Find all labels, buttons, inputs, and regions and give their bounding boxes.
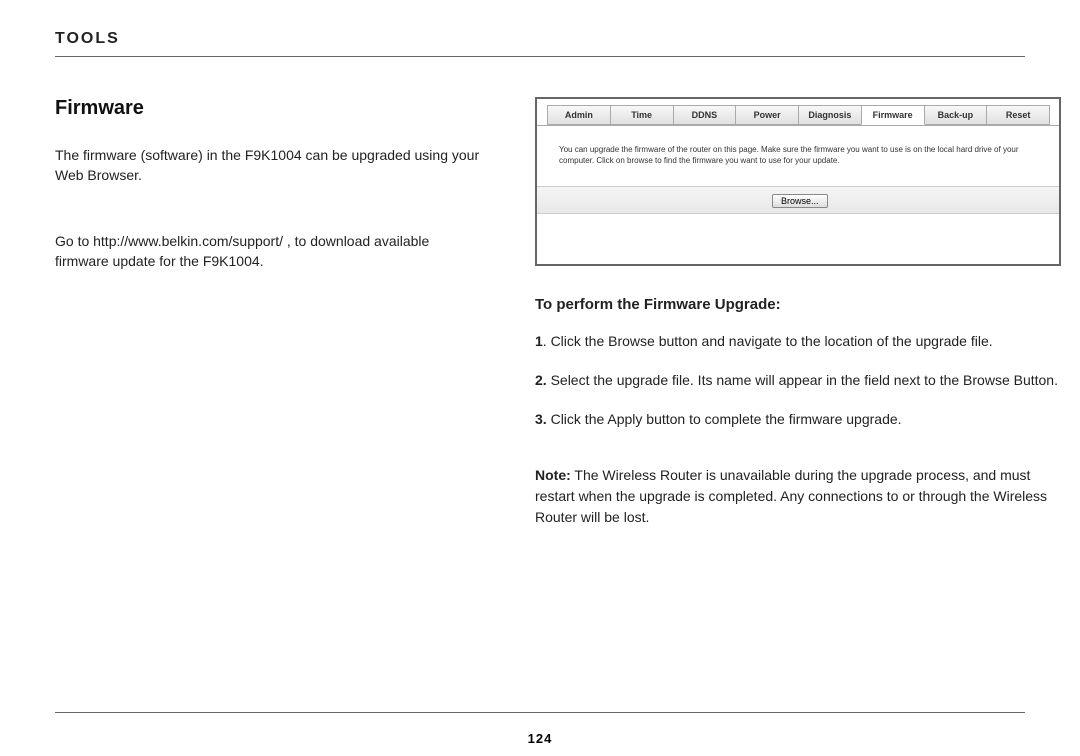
note-label: Note: [535,467,571,483]
tab-power[interactable]: Power [735,105,799,125]
steps-heading: To perform the Firmware Upgrade: [535,296,1061,313]
browse-row: Browse... [537,186,1059,214]
page-title: Firmware [55,97,485,120]
step-2-text: Select the upgrade file. Its name will a… [547,372,1058,388]
right-column: Admin Time DDNS Power Diagnosis Firmware… [535,97,1061,528]
left-column: Firmware The firmware (software) in the … [55,97,485,528]
tab-backup[interactable]: Back-up [924,105,988,125]
intro-paragraph-2: Go to http://www.belkin.com/support/ , t… [55,231,485,272]
step-2-number: 2. [535,372,547,388]
tab-admin[interactable]: Admin [547,105,611,125]
step-2: 2. Select the upgrade file. Its name wil… [535,370,1061,391]
section-header: TOOLS [55,30,1025,48]
tab-ddns[interactable]: DDNS [673,105,737,125]
tab-time[interactable]: Time [610,105,674,125]
step-3-text: Click the Apply button to complete the f… [547,411,902,427]
note-paragraph: Note: The Wireless Router is unavailable… [535,465,1061,528]
router-ui-screenshot: Admin Time DDNS Power Diagnosis Firmware… [535,97,1061,266]
step-1-number: 1 [535,333,543,349]
tab-bar: Admin Time DDNS Power Diagnosis Firmware… [537,99,1059,126]
note-text: The Wireless Router is unavailable durin… [535,467,1047,525]
tab-firmware[interactable]: Firmware [861,105,925,125]
screenshot-body-text: You can upgrade the firmware of the rout… [559,144,1037,166]
step-1-text: . Click the Browse button and navigate t… [543,333,993,349]
intro-paragraph-1: The firmware (software) in the F9K1004 c… [55,145,485,186]
step-3: 3. Click the Apply button to complete th… [535,409,1061,430]
step-3-number: 3. [535,411,547,427]
browse-button[interactable]: Browse... [772,194,828,208]
footer-divider [55,712,1025,713]
tab-diagnosis[interactable]: Diagnosis [798,105,862,125]
page-number: 124 [0,731,1080,746]
tab-reset[interactable]: Reset [986,105,1050,125]
step-1: 1. Click the Browse button and navigate … [535,331,1061,352]
header-divider [55,56,1025,57]
